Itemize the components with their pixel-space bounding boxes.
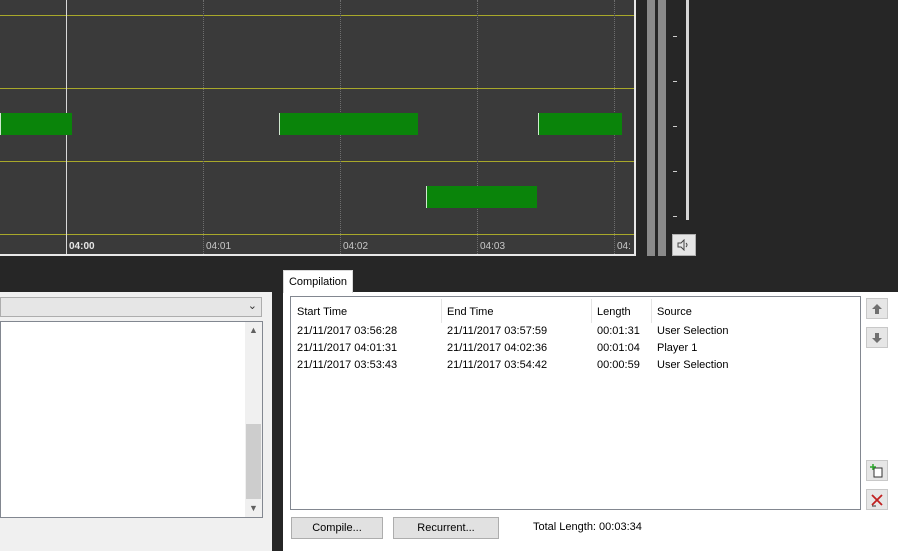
chevron-down-icon: ⌄ [247, 300, 257, 312]
cell-end-time: 21/11/2017 03:54:42 [447, 359, 548, 371]
column-divider[interactable] [441, 299, 442, 323]
mute-button[interactable] [672, 234, 696, 256]
add-clip-icon [870, 463, 883, 477]
track-separator [0, 88, 634, 89]
compile-button[interactable]: Compile... [291, 517, 383, 539]
total-length: Total Length: 00:03:34 [533, 521, 642, 533]
speaker-icon [677, 239, 688, 251]
column-header-length[interactable]: Length [597, 306, 631, 318]
scroll-down-icon[interactable]: ▼ [245, 500, 262, 517]
grid-line [203, 0, 204, 254]
vertical-scrollbar[interactable]: ▲ ▼ [245, 322, 262, 517]
timeline-track-area[interactable]: 04:00 04:01 04:02 04:03 04: [0, 0, 636, 256]
cell-end-time: 21/11/2017 04:02:36 [447, 342, 548, 354]
column-header-end-time[interactable]: End Time [447, 306, 493, 318]
volume-tick [673, 171, 677, 172]
move-down-icon [872, 332, 882, 343]
tab-compilation[interactable]: Compilation [283, 270, 353, 293]
move-up-icon [872, 303, 882, 314]
column-header-start-time[interactable]: Start Time [297, 306, 347, 318]
cell-start-time: 21/11/2017 03:53:43 [297, 359, 398, 371]
volume-tick [673, 126, 677, 127]
scroll-up-icon[interactable]: ▲ [245, 322, 262, 339]
clip-segment[interactable] [426, 186, 537, 208]
time-tick-label: 04:00 [69, 241, 95, 252]
cell-source: Player 1 [657, 342, 698, 354]
cell-start-time: 21/11/2017 04:01:31 [297, 342, 398, 354]
cell-source: User Selection [657, 359, 729, 371]
volume-tick [673, 36, 677, 37]
left-list[interactable] [0, 321, 263, 518]
scroll-thumb[interactable] [246, 424, 261, 499]
add-clip-button[interactable] [866, 460, 888, 481]
cell-end-time: 21/11/2017 03:57:59 [447, 325, 548, 337]
left-dropdown[interactable]: ⌄ [0, 297, 262, 317]
clip-segment[interactable] [0, 113, 72, 135]
clip-segment[interactable] [279, 113, 418, 135]
time-tick-label: 04:02 [343, 241, 369, 252]
cell-source: User Selection [657, 325, 729, 337]
time-tick-label: 04:03 [480, 241, 506, 252]
cell-start-time: 21/11/2017 03:56:28 [297, 325, 398, 337]
column-divider[interactable] [591, 299, 592, 323]
track-separator [0, 161, 634, 162]
volume-slider-track[interactable] [686, 0, 689, 220]
cell-length: 00:00:59 [597, 359, 640, 371]
track-separator [0, 15, 634, 16]
column-divider[interactable] [651, 299, 652, 323]
column-header-source[interactable]: Source [657, 306, 692, 318]
track-separator [0, 234, 634, 235]
clip-segment[interactable] [538, 113, 622, 135]
volume-tick [673, 216, 677, 217]
compilation-list[interactable]: Start Time End Time Length Source 21/11/… [290, 296, 861, 510]
time-tick-label: 04: [617, 241, 631, 252]
volume-tick [673, 81, 677, 82]
cell-length: 00:01:04 [597, 342, 640, 354]
cell-length: 00:01:31 [597, 325, 640, 337]
audio-level-meter [647, 0, 655, 256]
move-down-button[interactable] [866, 327, 888, 348]
delete-clip-icon [871, 493, 883, 506]
audio-level-meter [658, 0, 666, 256]
time-tick-label: 04:01 [206, 241, 232, 252]
move-up-button[interactable] [866, 298, 888, 319]
delete-clip-button[interactable] [866, 489, 888, 510]
grid-line [477, 0, 478, 254]
recurrent-button[interactable]: Recurrent... [393, 517, 499, 539]
